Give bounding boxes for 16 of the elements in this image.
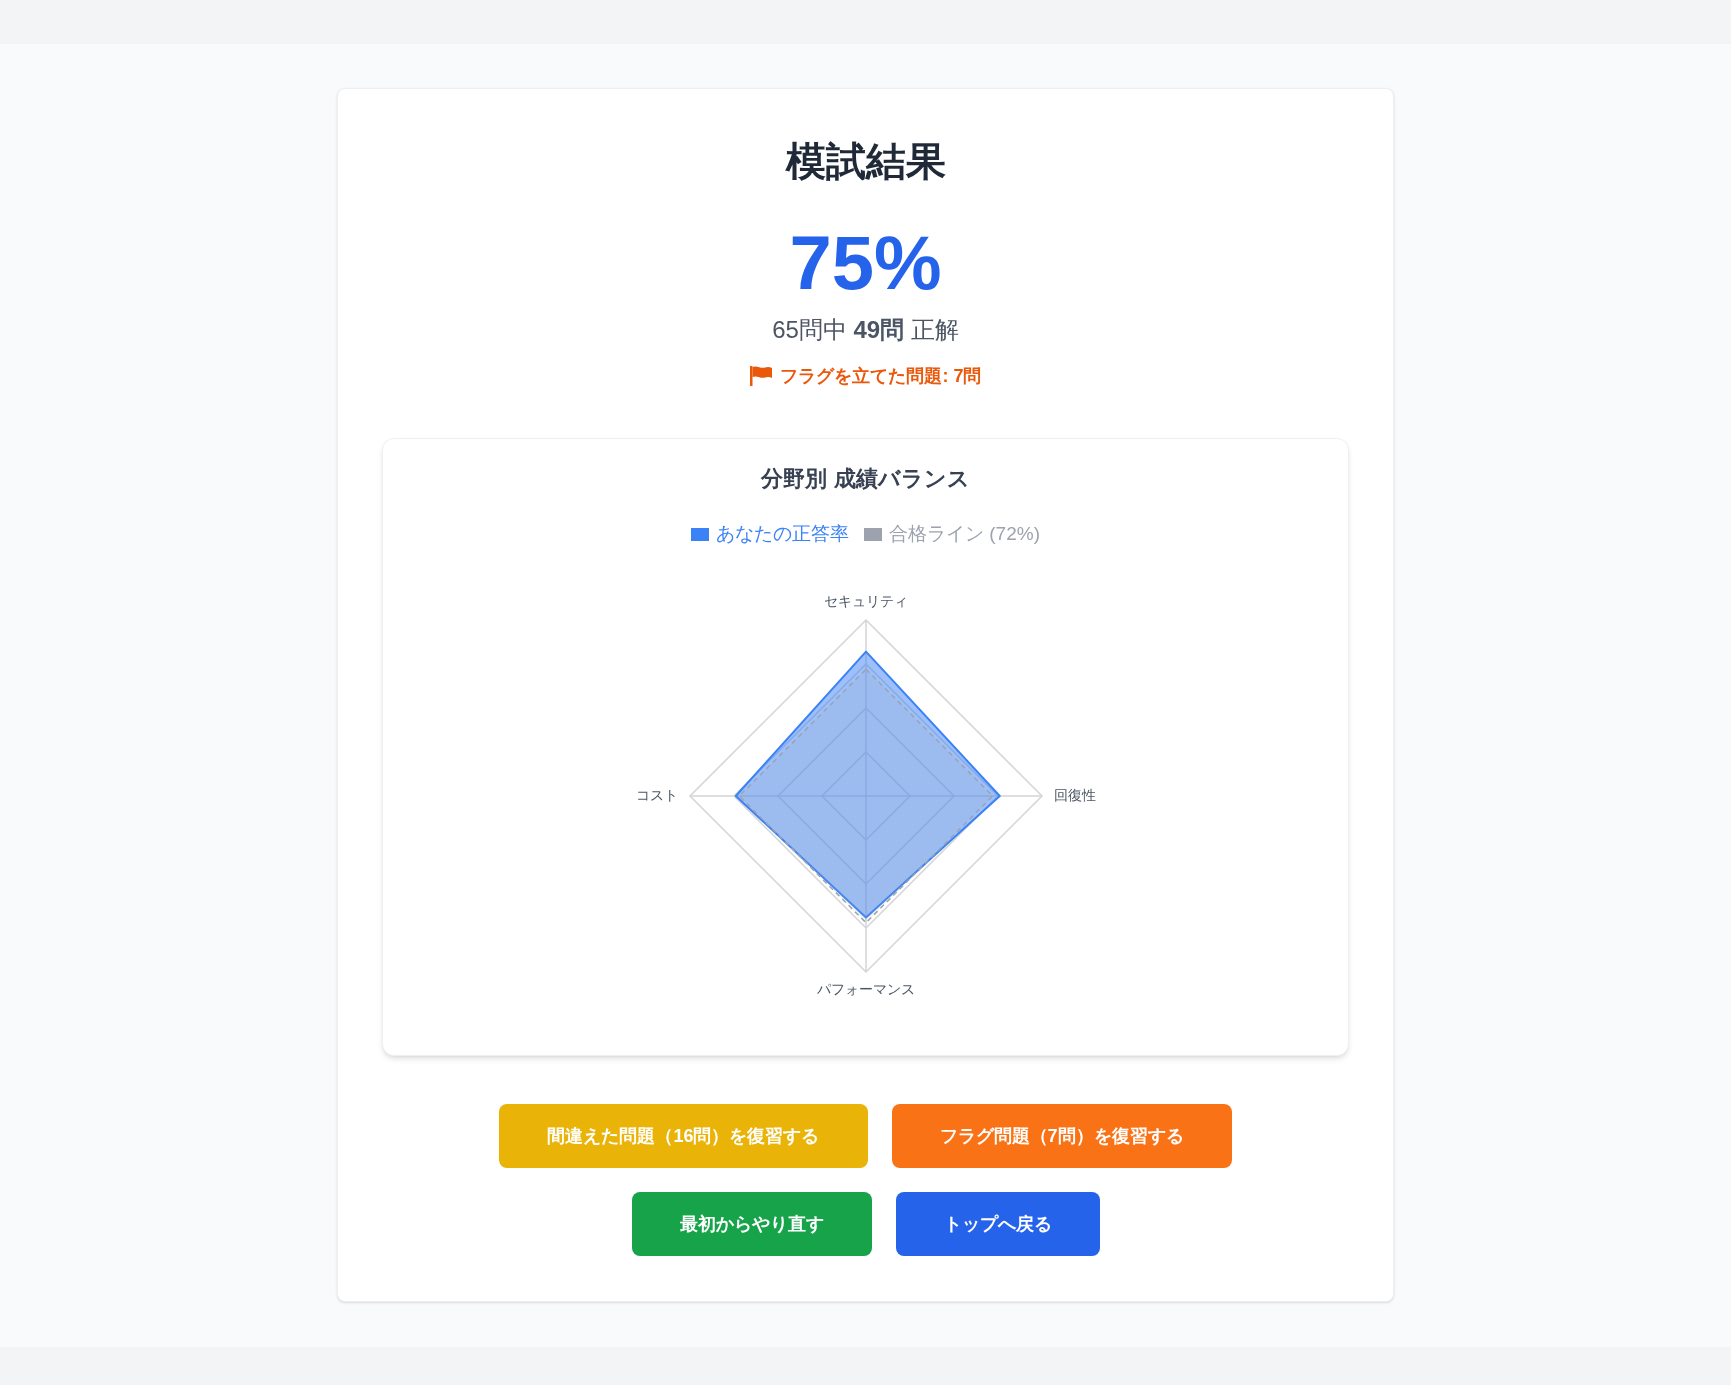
flag-icon [749,366,774,386]
legend-label: 合格ライン (72%) [889,522,1040,546]
action-button[interactable]: 間違えた問題（16問）を復習する [499,1104,868,1168]
action-button[interactable]: フラグ問題（7問）を復習する [891,1104,1232,1168]
score-summary: 65問中 49問 正解 [772,315,959,345]
axis-label: セキュリティ [823,592,908,609]
page-title: 模試結果 [785,138,946,185]
action-button[interactable]: 最初からやり直す [631,1192,872,1256]
axis-label: 回復性 [1053,786,1096,803]
score-percentage: 75% [789,225,942,301]
axis-label: パフォーマンス [816,980,915,997]
axis-label: コスト [635,786,678,803]
legend-label: あなたの正答率 [716,522,849,546]
action-button[interactable]: トップへ戻る [895,1192,1100,1256]
chart-title: 分野別 成績バランス [761,465,970,493]
flagged-count: フラグを立てた問題: 7問 [780,365,982,388]
